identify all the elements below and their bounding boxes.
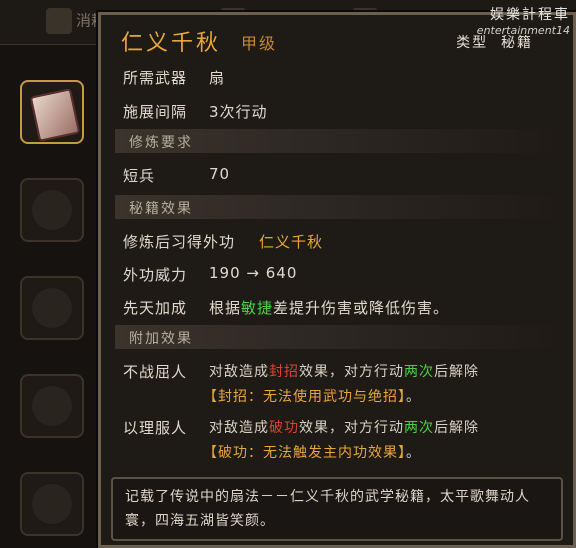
learn-row: 修炼后习得外功 仁义千秋 xyxy=(123,233,324,251)
book-icon xyxy=(29,88,81,142)
extra-effect-2: 以理服人 对敌造成破功效果，对方行动两次后解除 xyxy=(123,419,479,437)
watermark: 娱樂計程車 entertainment14 xyxy=(476,7,570,37)
inventory-slot[interactable] xyxy=(20,472,84,536)
extra-effect-1-note: 【封招：无法使用武功与绝招】。 xyxy=(203,389,421,405)
section-extra: 附加效果 xyxy=(115,325,565,349)
extra-effect-2-note: 【破功：无法触发主内功效果】。 xyxy=(203,445,421,461)
stat-agility: 敏捷 xyxy=(241,299,274,317)
power-value: 190 → 640 xyxy=(209,264,298,282)
skill-book-tooltip: 仁义千秋 甲级 类型 秘籍 所需武器 扇 施展间隔 3次行动 修炼要求 短兵 7… xyxy=(98,12,576,548)
requirement-value: 70 xyxy=(209,165,231,183)
inventory-slot[interactable] xyxy=(20,276,84,340)
section-effect: 秘籍效果 xyxy=(115,195,565,219)
section-requirements: 修炼要求 xyxy=(115,129,565,153)
weapon-row: 所需武器 扇 xyxy=(123,69,226,87)
inventory-slot[interactable] xyxy=(20,374,84,438)
potion-icon xyxy=(46,8,72,34)
description-box: 记载了传说中的扇法－－仁义千秋的武学秘籍，太平歌舞动人寰，四海五湖皆笑颜。 xyxy=(111,477,563,541)
inventory-slot-selected[interactable] xyxy=(20,80,84,144)
item-title: 仁义千秋 xyxy=(121,31,222,56)
extra-effect-1: 不战屈人 对敌造成封招效果，对方行动两次后解除 xyxy=(123,363,479,381)
learned-skill: 仁义千秋 xyxy=(259,233,324,251)
inventory-slot[interactable] xyxy=(20,178,84,242)
item-description: 记载了传说中的扇法－－仁义千秋的武学秘籍，太平歌舞动人寰，四海五湖皆笑颜。 xyxy=(125,489,530,529)
interval-value: 3次行动 xyxy=(209,103,268,121)
innate-row: 先天加成 根据敏捷差提升伤害或降低伤害。 xyxy=(123,299,450,317)
power-row: 外功威力 190 → 640 xyxy=(123,264,298,284)
item-grade: 甲级 xyxy=(241,34,278,53)
requirement-row: 短兵 70 xyxy=(123,165,231,185)
weapon-value: 扇 xyxy=(209,69,226,87)
interval-row: 施展间隔 3次行动 xyxy=(123,103,268,121)
